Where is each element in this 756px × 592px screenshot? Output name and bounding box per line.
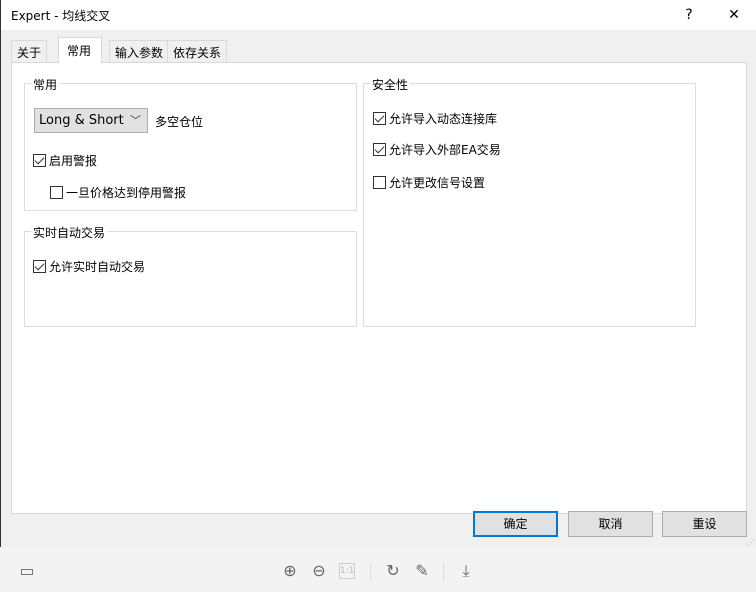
position-select-value: Long & Short xyxy=(39,113,124,128)
window-title: Expert - 均线交叉 xyxy=(11,9,111,23)
checkbox-icon xyxy=(33,154,46,167)
checkbox-icon xyxy=(373,176,386,189)
allow-dll-checkbox[interactable]: 允许导入动态连接库 xyxy=(373,110,497,127)
ok-button[interactable]: 确定 xyxy=(473,511,558,537)
cancel-button[interactable]: 取消 xyxy=(568,511,653,537)
allow-live-label: 允许实时自动交易 xyxy=(49,260,146,274)
checkbox-icon xyxy=(373,143,386,156)
allow-external-ea-checkbox[interactable]: 允许导入外部EA交易 xyxy=(373,141,501,158)
tab-inputs[interactable]: 输入参数 xyxy=(109,40,170,62)
download-icon[interactable]: ⤓ xyxy=(456,561,476,581)
group-live-label: 实时自动交易 xyxy=(31,224,108,241)
disable-alert-checkbox[interactable]: 一旦价格达到停用警报 xyxy=(50,184,186,201)
tab-panel: 常用 Long & Short ﹀ 多空仓位 启用警报 一旦价格达到停用警报 实… xyxy=(11,62,747,514)
position-select[interactable]: Long & Short ﹀ xyxy=(34,108,148,133)
layout-icon[interactable]: ▭ xyxy=(17,561,37,581)
close-button[interactable]: ✕ xyxy=(719,3,749,27)
resize-grip-icon[interactable]: ⋰ xyxy=(747,538,755,547)
title-bar: Expert - 均线交叉 ? ✕ xyxy=(0,0,756,30)
dialog: 关于 常用 输入参数 依存关系 常用 Long & Short ﹀ 多空仓位 启… xyxy=(0,30,756,547)
reset-button[interactable]: 重设 xyxy=(662,511,747,537)
tab-dependencies[interactable]: 依存关系 xyxy=(167,40,228,62)
divider xyxy=(370,563,371,581)
rotate-icon[interactable]: ↻ xyxy=(383,561,403,581)
group-common-label: 常用 xyxy=(31,76,60,93)
position-label: 多空仓位 xyxy=(155,115,204,129)
allow-signal-change-checkbox[interactable]: 允许更改信号设置 xyxy=(373,174,485,191)
group-security-label: 安全性 xyxy=(370,76,411,93)
allow-dll-label: 允许导入动态连接库 xyxy=(389,112,498,126)
zoom-in-icon[interactable]: ⊕ xyxy=(280,561,300,581)
group-live-trading: 实时自动交易 允许实时自动交易 xyxy=(24,224,357,327)
allow-external-ea-label: 允许导入外部EA交易 xyxy=(389,143,501,157)
enable-alerts-label: 启用警报 xyxy=(49,154,98,168)
allow-live-checkbox[interactable]: 允许实时自动交易 xyxy=(33,258,145,275)
enable-alerts-checkbox[interactable]: 启用警报 xyxy=(33,152,97,169)
help-button[interactable]: ? xyxy=(674,3,704,27)
chevron-down-icon: ﹀ xyxy=(130,114,141,127)
checkbox-icon xyxy=(33,260,46,273)
disable-alert-label: 一旦价格达到停用警报 xyxy=(66,186,187,200)
zoom-out-icon[interactable]: ⊖ xyxy=(309,561,329,581)
checkbox-icon xyxy=(373,112,386,125)
group-security: 安全性 允许导入动态连接库 允许导入外部EA交易 允许更改信号设置 xyxy=(363,76,696,327)
viewer-toolbar: ▭ ⊕ ⊖ 1:1 ↻ ✎ ⤓ xyxy=(0,547,756,592)
tab-common[interactable]: 常用 xyxy=(58,37,103,63)
tab-about[interactable]: 关于 xyxy=(11,40,48,62)
group-common: 常用 Long & Short ﹀ 多空仓位 启用警报 一旦价格达到停用警报 xyxy=(24,76,357,211)
pencil-icon[interactable]: ✎ xyxy=(412,561,432,581)
allow-signal-change-label: 允许更改信号设置 xyxy=(389,176,486,190)
actual-size-icon[interactable]: 1:1 xyxy=(339,563,355,579)
divider xyxy=(443,563,444,581)
checkbox-icon xyxy=(50,186,63,199)
